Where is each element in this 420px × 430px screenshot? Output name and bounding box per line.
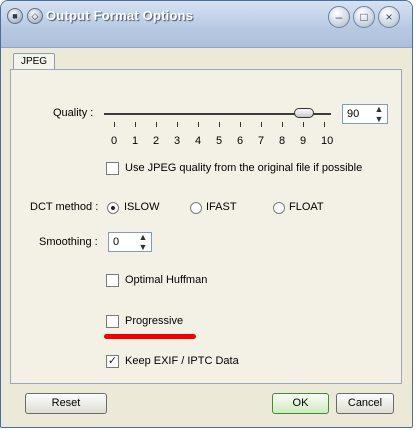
- quality-spinner[interactable]: 90 ▲ ▼: [342, 104, 388, 124]
- radio-ifast-label: IFAST: [206, 201, 237, 213]
- tab-jpeg[interactable]: JPEG: [13, 53, 55, 70]
- window-title: Output Format Options: [46, 8, 194, 23]
- system-menu-icon[interactable]: ■: [7, 8, 23, 24]
- keep-exif-label: Keep EXIF / IPTC Data: [125, 355, 239, 367]
- maximize-icon[interactable]: □: [353, 6, 375, 28]
- smoothing-value[interactable]: 0: [113, 236, 119, 248]
- radio-ifast[interactable]: [190, 202, 202, 214]
- quality-tick-label: 1: [131, 135, 139, 147]
- quality-tick-label: 3: [173, 135, 181, 147]
- quality-tick: [114, 122, 115, 127]
- quality-tick: [282, 122, 283, 127]
- quality-tick-label: 7: [257, 135, 265, 147]
- optimal-huffman-label: Optimal Huffman: [125, 274, 208, 286]
- quality-tick-label: 5: [215, 135, 223, 147]
- dialog-window: ■ ◇ Output Format Options – □ × JPEG Qua…: [0, 0, 413, 428]
- quality-tick: [135, 122, 136, 127]
- window-menu-icon[interactable]: ◇: [27, 8, 43, 24]
- spin-down-icon[interactable]: ▼: [139, 243, 148, 252]
- spin-up-icon[interactable]: ▲: [375, 105, 384, 114]
- radio-islow-label: ISLOW: [124, 201, 160, 213]
- quality-tick-label: 0: [110, 135, 118, 147]
- quality-tick: [219, 122, 220, 127]
- checkmark-icon: ✓: [107, 355, 118, 367]
- quality-tick: [324, 122, 325, 127]
- optimal-huffman-checkbox[interactable]: [106, 274, 119, 287]
- quality-tick-label: 8: [278, 135, 286, 147]
- reset-button[interactable]: Reset: [25, 393, 107, 414]
- radio-float[interactable]: [273, 202, 285, 214]
- spin-up-icon[interactable]: ▲: [139, 233, 148, 242]
- quality-tick: [240, 122, 241, 127]
- quality-tick: [261, 122, 262, 127]
- quality-label: Quality :: [53, 107, 94, 119]
- quality-tick: [177, 122, 178, 127]
- use-original-quality-label: Use JPEG quality from the original file …: [125, 162, 363, 174]
- quality-slider-thumb[interactable]: [294, 108, 314, 118]
- spin-down-icon[interactable]: ▼: [375, 115, 384, 124]
- progressive-checkbox[interactable]: [106, 315, 119, 328]
- quality-tick-label: 10: [321, 135, 334, 147]
- quality-value[interactable]: 90: [347, 108, 359, 120]
- smoothing-label: Smoothing :: [39, 236, 98, 248]
- title-bar[interactable]: ■ ◇ Output Format Options – □ ×: [1, 1, 412, 48]
- quality-tick-label: 4: [194, 135, 202, 147]
- close-icon[interactable]: ×: [378, 6, 400, 28]
- radio-float-label: FLOAT: [289, 201, 324, 213]
- quality-tick: [156, 122, 157, 127]
- use-original-quality-checkbox[interactable]: [106, 162, 119, 175]
- quality-tick: [198, 122, 199, 127]
- radio-islow[interactable]: [107, 202, 119, 214]
- progressive-label: Progressive: [125, 315, 184, 327]
- quality-tick-label: 6: [236, 135, 244, 147]
- red-underline-annotation: [104, 334, 196, 339]
- minimize-icon[interactable]: –: [328, 6, 350, 28]
- dct-method-label: DCT method :: [30, 201, 99, 213]
- smoothing-spinner[interactable]: 0 ▲ ▼: [108, 232, 152, 252]
- keep-exif-checkbox[interactable]: ✓: [106, 355, 119, 368]
- quality-tick-label: 2: [152, 135, 160, 147]
- quality-tick: [303, 122, 304, 127]
- quality-tick-label: 9: [299, 135, 307, 147]
- ok-button[interactable]: OK: [272, 393, 329, 414]
- cancel-button[interactable]: Cancel: [336, 393, 394, 414]
